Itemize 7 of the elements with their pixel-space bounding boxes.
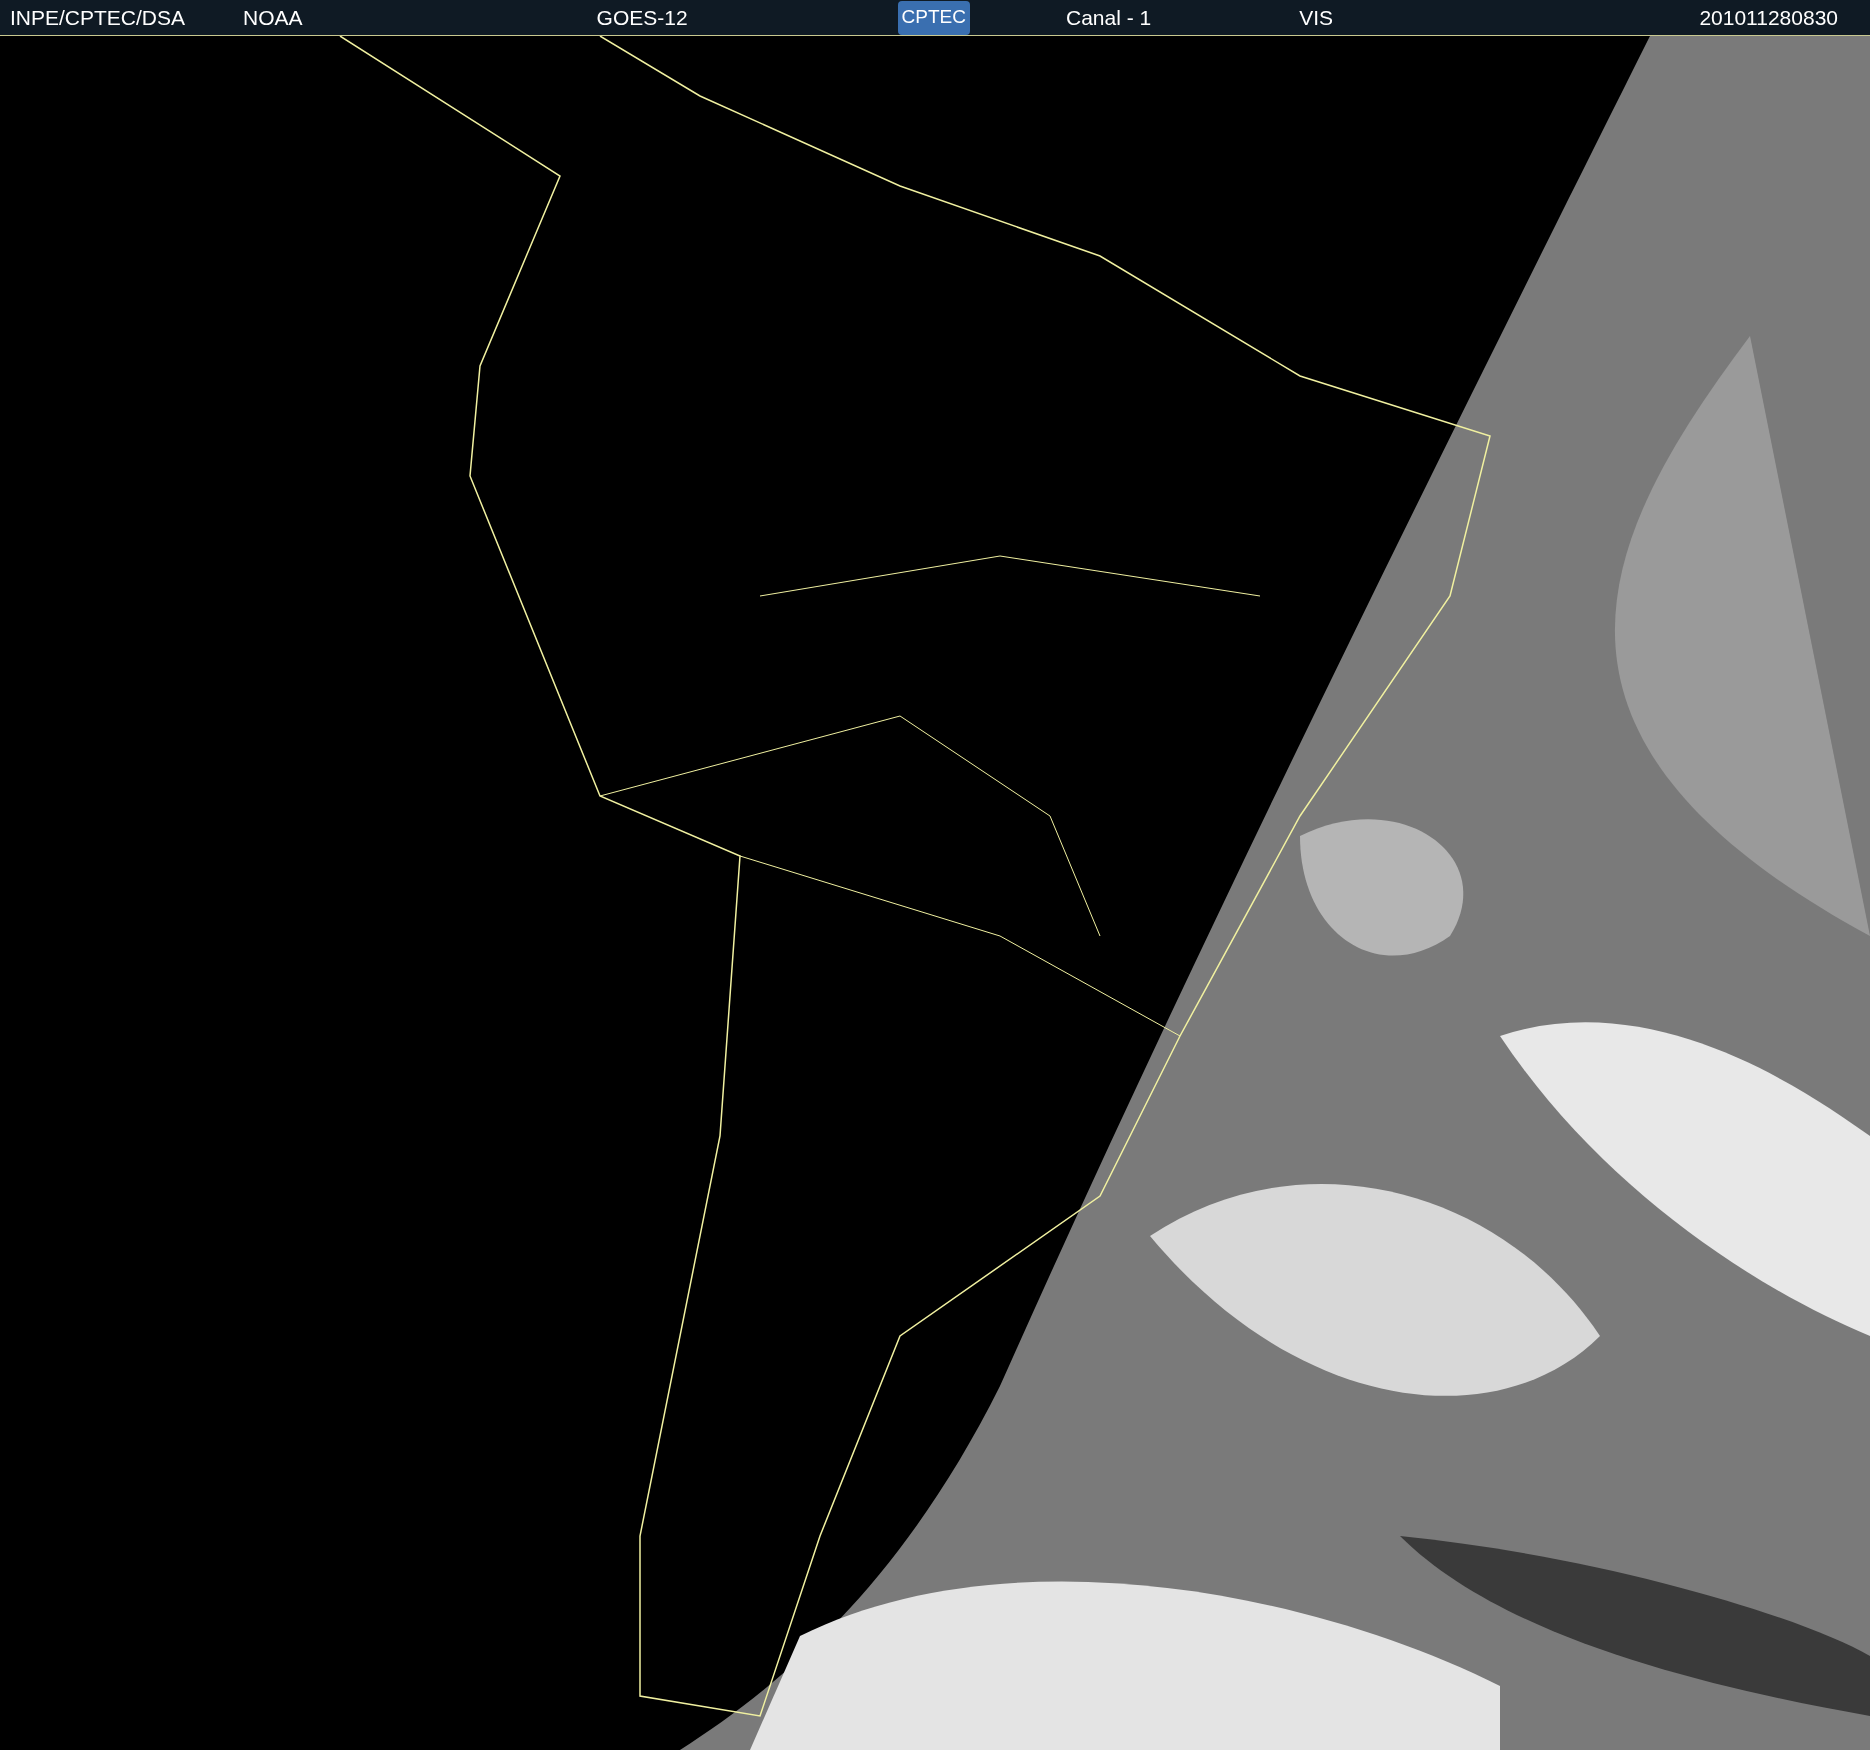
source-label: INPE/CPTEC/DSA (10, 4, 186, 31)
timestamp-label: 201011280830 (1699, 4, 1838, 31)
satellite-label: GOES-12 (596, 4, 688, 31)
band-label: VIS (1299, 4, 1334, 31)
channel-label: Canal - 1 (1066, 4, 1152, 31)
logo: CPTEC (897, 0, 970, 35)
agency-label: NOAA (243, 4, 303, 31)
